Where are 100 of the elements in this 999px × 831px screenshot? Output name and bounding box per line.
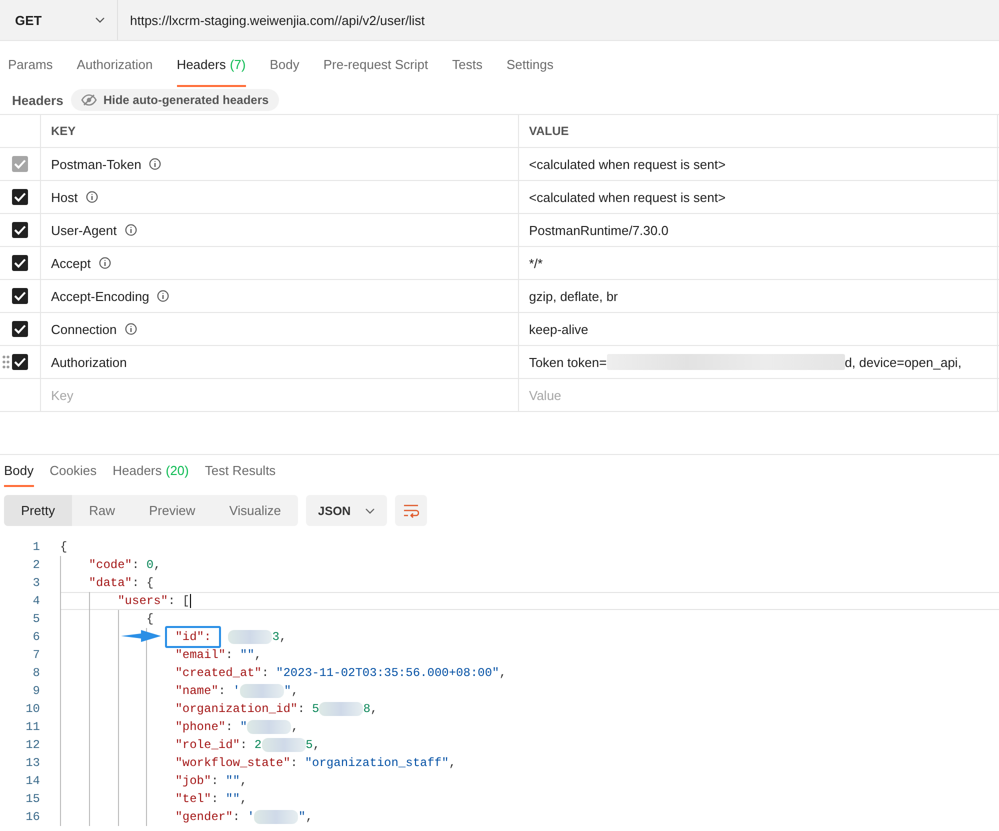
line-number: 7 (32, 648, 41, 662)
url-field[interactable]: https://lxcrm-staging.weiwenjia.com//api/v2/user/list (118, 0, 999, 40)
checkbox[interactable] (12, 288, 28, 304)
header-value: PostmanRuntime/7.30.0 (529, 222, 668, 238)
text-cursor (190, 594, 191, 608)
response-tab[interactable]: Test Results (204, 455, 276, 487)
line-number: 10 (24, 702, 41, 716)
column-header: KEY (51, 124, 76, 138)
header-key: User-Agent (51, 222, 117, 238)
json-number: 5 (312, 702, 320, 716)
json-punctuation: , (154, 558, 161, 572)
json-key: "code" (88, 558, 132, 572)
column-header: VALUE (529, 124, 569, 138)
tab-count: (7) (230, 56, 246, 72)
json-punctuation: , (279, 630, 287, 644)
json-punctuation: , (306, 810, 313, 824)
json-punctuation: : (226, 648, 234, 662)
header-value: Token token= (529, 354, 607, 370)
checkbox[interactable] (12, 189, 28, 205)
blurred-block (319, 702, 364, 716)
json-punctuation: : (218, 684, 227, 698)
json-punctuation: : (226, 720, 234, 734)
json-string: "" (226, 774, 240, 788)
line-number: 13 (24, 756, 41, 770)
json-number: 2 (254, 738, 262, 752)
chevron-down-icon (364, 508, 375, 514)
json-key: "role_id" (175, 738, 240, 752)
json-punctuation: : (298, 702, 306, 716)
wrap-lines-icon (402, 504, 419, 518)
json-key: "gender" (175, 810, 233, 824)
json-key: "created_at" (175, 666, 262, 680)
request-tab[interactable]: Pre-request Script (323, 41, 428, 87)
header-value: <calculated when request is sent> (529, 190, 726, 204)
response-tab[interactable]: Cookies (50, 455, 97, 487)
json-key: "data" (88, 576, 132, 590)
line-number: 6 (32, 630, 41, 644)
json-punctuation: , (448, 756, 456, 770)
json-string: "organization_staff" (304, 756, 449, 770)
request-tab[interactable]: Body (270, 41, 300, 87)
json-punctuation: : { (132, 576, 154, 590)
checkbox[interactable] (12, 354, 28, 370)
request-tab[interactable]: Settings (506, 41, 554, 87)
eye-off-icon (81, 94, 98, 106)
header-key: Connection (51, 322, 117, 336)
line-number: 4 (32, 594, 41, 608)
line-number: 3 (32, 576, 41, 590)
view-mode-tab[interactable]: Visualize (212, 495, 298, 526)
json-punctuation: : [ (168, 594, 190, 608)
json-number: 0 (146, 558, 154, 572)
method-dropdown[interactable]: GET (0, 0, 118, 40)
json-string: ' (247, 810, 254, 824)
request-tab[interactable]: Tests (452, 41, 482, 87)
json-key: "email" (175, 648, 226, 662)
request-tab[interactable]: Authorization (76, 41, 153, 87)
json-key: "phone" (175, 720, 226, 734)
hide-headers-toggle[interactable]: Hide auto-generated headers (71, 89, 279, 111)
section-title: Headers (12, 92, 64, 108)
request-tab[interactable]: Params (8, 41, 53, 87)
header-key: Postman-Token (51, 156, 142, 172)
response-tab[interactable]: Body (4, 455, 34, 487)
request-tab[interactable]: Headers (7) (176, 41, 246, 87)
header-value: d, device=open_api, (844, 354, 962, 370)
line-number: 16 (24, 810, 41, 824)
json-number: 3 (272, 630, 280, 644)
response-tab[interactable]: Headers (20) (112, 455, 189, 487)
line-number: 15 (24, 792, 41, 806)
json-punctuation: : (211, 792, 220, 806)
checkbox[interactable] (12, 255, 28, 271)
json-number: 5 (306, 738, 313, 752)
json-number: 8 (363, 702, 370, 716)
json-string: "2023-11-02T03:35:56.000+08:00" (276, 666, 500, 680)
blurred-block (228, 630, 272, 644)
line-number: 11 (24, 720, 41, 734)
json-key: "users" (118, 594, 168, 608)
header-value: gzip, deflate, br (529, 288, 618, 304)
json-punctuation: , (499, 666, 506, 680)
wrap-lines-button[interactable] (394, 495, 427, 526)
view-mode-tab[interactable]: Raw (72, 495, 132, 526)
json-key: "organization_id" (175, 702, 298, 716)
json-key: "job" (175, 774, 212, 788)
drag-handle-icon[interactable] (2, 355, 10, 369)
checkbox[interactable] (12, 321, 28, 337)
json-punctuation: , (370, 702, 378, 716)
view-mode-tab[interactable]: Pretty (4, 495, 72, 526)
json-punctuation: , (240, 792, 248, 806)
json-string: "" (226, 792, 240, 806)
format-dropdown[interactable]: JSON (306, 495, 387, 526)
view-mode-tab[interactable]: Preview (132, 495, 212, 526)
line-number: 2 (32, 558, 41, 572)
header-value: <calculated when request is sent> (529, 156, 726, 172)
json-punctuation: , (240, 774, 248, 788)
checkbox[interactable] (12, 222, 28, 238)
line-number: 12 (24, 738, 41, 752)
json-punctuation: : (132, 558, 140, 572)
json-string: " (298, 810, 306, 824)
json-punctuation: : (211, 774, 220, 788)
json-punctuation: , (291, 720, 298, 734)
json-punctuation: , (254, 648, 262, 662)
json-punctuation: : (232, 810, 241, 824)
header-key: Authorization (51, 354, 127, 370)
